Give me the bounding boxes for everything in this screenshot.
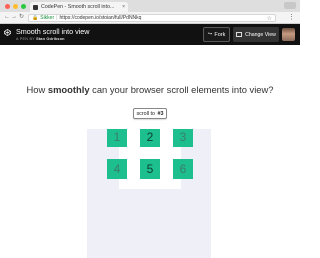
browser-tab[interactable]: CodePen - Smooth scroll into... × [30, 2, 128, 12]
user-avatar[interactable] [282, 28, 295, 41]
window-controls [5, 4, 26, 9]
lock-icon: 🔒 [32, 15, 39, 21]
grid-cell: 4 [107, 159, 127, 179]
layout-icon [236, 32, 243, 37]
heading-before: How [26, 84, 48, 95]
url-bar: ← → ↻ 🔒 Sikker | https://codepen.io/stoi… [0, 12, 300, 24]
scroll-button-prefix: scroll to [136, 110, 156, 117]
by-prefix: A PEN BY [16, 37, 35, 41]
pen-title: Smooth scroll into view [16, 27, 90, 36]
grid-cell: 1 [107, 129, 127, 147]
url-text: https://codepen.io/stoian/full/PdNNkq [59, 15, 142, 21]
codepen-logo-icon[interactable] [4, 29, 11, 36]
scroll-button-target: #3 [157, 110, 164, 117]
address-bar[interactable]: 🔒 Sikker | https://codepen.io/stoian/ful… [28, 14, 276, 22]
change-view-button[interactable]: Change View [233, 27, 279, 42]
tab-close-icon[interactable]: × [122, 4, 125, 10]
zoom-window-button[interactable] [21, 4, 26, 9]
browser-menu-icon[interactable]: ⋮ [288, 14, 295, 21]
heading-bold: smoothly [47, 84, 90, 95]
scroll-to-button[interactable]: scroll to #3 [133, 108, 167, 119]
address-separator: | [56, 15, 58, 21]
browser-window: CodePen - Smooth scroll into... × ← → ↻ … [0, 0, 300, 258]
grid-cell: 2 [140, 129, 160, 147]
fork-button[interactable]: ⥊ Fork [203, 27, 230, 42]
close-window-button[interactable] [5, 4, 10, 9]
grid-cell: 5 [140, 159, 160, 179]
tab-strip: CodePen - Smooth scroll into... × [0, 0, 300, 12]
codepen-favicon-icon [33, 4, 38, 10]
fork-label: Fork [214, 31, 226, 38]
minimize-window-button[interactable] [13, 4, 18, 9]
reload-icon[interactable]: ↻ [19, 14, 24, 21]
back-arrow-icon[interactable]: ← [4, 14, 10, 21]
page-heading: How smoothly can your browser scroll ele… [0, 84, 300, 95]
tab-title: CodePen - Smooth scroll into... [41, 4, 115, 10]
change-view-label: Change View [245, 31, 276, 38]
author-link[interactable]: Stan Odrikson [36, 37, 65, 41]
grid-cell: 6 [173, 159, 193, 179]
bookmark-star-icon[interactable]: ☆ [267, 15, 272, 22]
codepen-header: Smooth scroll into view A PEN BY Stan Od… [0, 24, 300, 45]
profile-button[interactable] [284, 2, 296, 9]
heading-after: can your browser scroll elements into vi… [89, 84, 274, 95]
fork-icon: ⥊ [207, 31, 213, 37]
cell-grid: 1 2 3 4 5 6 [107, 129, 193, 189]
pen-author-line: A PEN BY Stan Odrikson [16, 37, 65, 41]
forward-arrow-icon[interactable]: → [11, 14, 17, 21]
scroll-container[interactable]: 1 2 3 4 5 6 [87, 129, 211, 258]
secure-label: Sikker [40, 15, 55, 21]
grid-cell: 3 [173, 129, 193, 147]
